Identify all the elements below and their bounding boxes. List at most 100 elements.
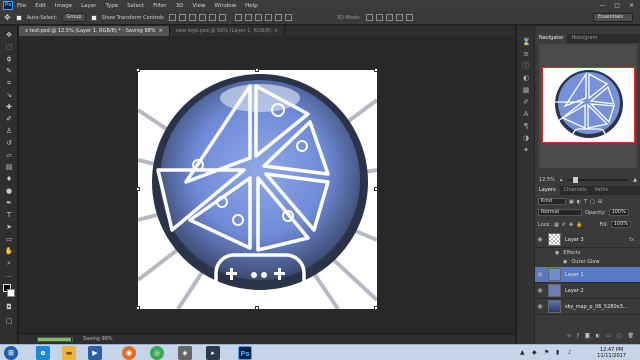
color-panel-icon[interactable]: ◐: [522, 74, 530, 82]
blend-mode-dropdown[interactable]: Normal: [538, 209, 582, 216]
brush-panel-icon[interactable]: ✐: [522, 98, 530, 106]
lock-move-icon[interactable]: ✥: [569, 222, 573, 228]
lock-all-icon[interactable]: 🔒: [576, 222, 582, 228]
visibility-eye-icon[interactable]: ◉: [535, 271, 545, 278]
transform-handle-bottom-right[interactable]: [374, 306, 378, 310]
layer-name[interactable]: Layer 3: [565, 237, 584, 243]
gradient-tool-icon[interactable]: ▤: [4, 162, 14, 172]
visibility-eye-icon[interactable]: ◉: [535, 236, 545, 243]
filter-pixel-icon[interactable]: ▣: [569, 199, 574, 205]
tray-flag-icon[interactable]: ⚑: [544, 349, 551, 356]
layer-name[interactable]: Layer 1: [565, 272, 584, 278]
outer-glow-eye-icon[interactable]: ◉: [563, 259, 567, 265]
lock-transparent-icon[interactable]: ▦: [554, 222, 559, 228]
align-bottom-icon[interactable]: [188, 14, 196, 21]
pen-tool-icon[interactable]: ✒: [4, 198, 14, 208]
navigator-view-frame[interactable]: [542, 67, 635, 143]
file-explorer-icon[interactable]: ▬: [62, 346, 76, 360]
align-top-icon[interactable]: [168, 14, 176, 21]
network-icon[interactable]: ▮: [556, 349, 563, 356]
path-selection-tool-icon[interactable]: ➤: [4, 222, 14, 232]
transform-handle-bottom-center[interactable]: [255, 306, 259, 310]
marquee-tool-icon[interactable]: ⬚: [4, 42, 14, 52]
layer-kind-filter[interactable]: Kind: [538, 198, 566, 205]
auto-select-dropdown[interactable]: Group: [62, 13, 86, 22]
distribute-left-icon[interactable]: [264, 14, 272, 21]
clone-stamp-tool-icon[interactable]: ♙: [4, 126, 14, 136]
tab-channels[interactable]: Channels: [560, 186, 591, 195]
transform-handle-top-right[interactable]: [374, 68, 378, 72]
taskbar-clock[interactable]: 12:47 PM 11/11/2017: [597, 347, 626, 359]
transform-handle-middle-right[interactable]: [374, 187, 378, 191]
visibility-eye-icon[interactable]: ◉: [535, 303, 545, 310]
tab-histogram[interactable]: Histogram: [567, 34, 601, 43]
transform-handle-middle-left[interactable]: [136, 187, 140, 191]
zoom-in-icon[interactable]: ▲: [633, 177, 637, 183]
align-left-icon[interactable]: [198, 14, 206, 21]
layer-row-layer-1[interactable]: ◉ Layer 1: [535, 267, 640, 283]
transform-handle-bottom-left[interactable]: [136, 306, 140, 310]
outer-glow-effect-row[interactable]: ◉ Outer Glow: [535, 257, 640, 266]
navigator-zoom-value[interactable]: 12.5%: [539, 177, 555, 183]
new-group-icon[interactable]: ▭: [606, 333, 611, 339]
navigator-zoom-slider[interactable]: [567, 176, 629, 183]
menu-help[interactable]: Help: [245, 3, 258, 9]
distribute-center-icon[interactable]: [274, 14, 282, 21]
visibility-eye-icon[interactable]: ◉: [535, 287, 545, 294]
layer-row-layer-2[interactable]: ◉ Layer 2: [535, 283, 640, 299]
internet-explorer-icon[interactable]: e: [36, 346, 50, 360]
screen-mode-icon[interactable]: ▢: [4, 316, 14, 326]
layer-fx-badge[interactable]: fx: [629, 237, 634, 243]
link-layers-icon[interactable]: ∞: [567, 333, 571, 339]
hand-tool-icon[interactable]: ✋: [4, 246, 14, 256]
tab-close-icon[interactable]: ×: [158, 26, 162, 36]
menu-type[interactable]: Type: [105, 3, 118, 9]
distribute-top-icon[interactable]: [234, 14, 242, 21]
align-center-icon[interactable]: [208, 14, 216, 21]
fill-field[interactable]: 100%: [610, 221, 632, 228]
adjustments-panel-icon[interactable]: ◑: [522, 134, 530, 142]
quick-select-tool-icon[interactable]: ✎: [4, 66, 14, 76]
3d-scale-icon[interactable]: [405, 14, 413, 21]
tab-paths[interactable]: Paths: [591, 186, 613, 195]
volume-icon[interactable]: ♪: [568, 349, 575, 356]
photoshop-taskbar-icon[interactable]: Ps: [238, 346, 252, 360]
layer-row-layer-3[interactable]: ◉ Layer 3 fx: [535, 232, 640, 248]
crop-tool-icon[interactable]: ⌗: [4, 78, 14, 88]
zoom-out-icon[interactable]: ▴: [560, 177, 563, 183]
history-brush-tool-icon[interactable]: ↺: [4, 138, 14, 148]
workspace-dropdown[interactable]: Essentials: [593, 13, 633, 22]
filter-adjust-icon[interactable]: ◐: [577, 199, 581, 205]
lasso-tool-icon[interactable]: ϕ: [4, 54, 14, 64]
eraser-tool-icon[interactable]: ▱: [4, 150, 14, 160]
effects-eye-icon[interactable]: ◉: [555, 250, 559, 256]
brush-tool-icon[interactable]: ✐: [4, 114, 14, 124]
media-player-icon[interactable]: ▶: [88, 346, 102, 360]
close-button[interactable]: ✕: [629, 2, 634, 9]
canvas-workspace[interactable]: [19, 36, 515, 333]
menu-window[interactable]: Window: [214, 3, 236, 9]
3d-pan-icon[interactable]: [385, 14, 393, 21]
layer-row-sky-map[interactable]: ◉ sky_map_p_06_5280x3...: [535, 299, 640, 315]
3d-roll-icon[interactable]: [375, 14, 383, 21]
type-tool-icon[interactable]: T: [4, 210, 14, 220]
layer-name[interactable]: Layer 2: [565, 288, 584, 294]
layer-effects-row[interactable]: ◉ Effects: [535, 248, 640, 257]
filter-smart-icon[interactable]: ⊞: [598, 199, 602, 205]
move-tool-icon[interactable]: ✥: [4, 13, 11, 22]
transform-handle-top-left[interactable]: [136, 68, 140, 72]
menu-layer[interactable]: Layer: [81, 3, 96, 9]
styles-panel-icon[interactable]: ✦: [522, 146, 530, 154]
tab-new-logo[interactable]: new logo.psd @ 50% (Layer 1, RGB/8) ×: [169, 26, 286, 36]
add-mask-icon[interactable]: ◙: [585, 333, 590, 339]
tab-x-test[interactable]: x test.psd @ 12.5% (Layer 1, RGB/8) * - …: [19, 26, 170, 36]
align-middle-icon[interactable]: [178, 14, 186, 21]
menu-image[interactable]: Image: [55, 3, 72, 9]
swatches-panel-icon[interactable]: ▦: [522, 86, 530, 94]
new-layer-icon[interactable]: ▢: [617, 333, 622, 339]
minimize-button[interactable]: —: [599, 2, 605, 9]
quick-mask-icon[interactable]: ◘: [4, 302, 14, 312]
info-panel-icon[interactable]: ⓘ: [522, 62, 530, 70]
tray-app-icon[interactable]: ◆: [532, 349, 539, 356]
navigator-preview[interactable]: [539, 44, 637, 168]
